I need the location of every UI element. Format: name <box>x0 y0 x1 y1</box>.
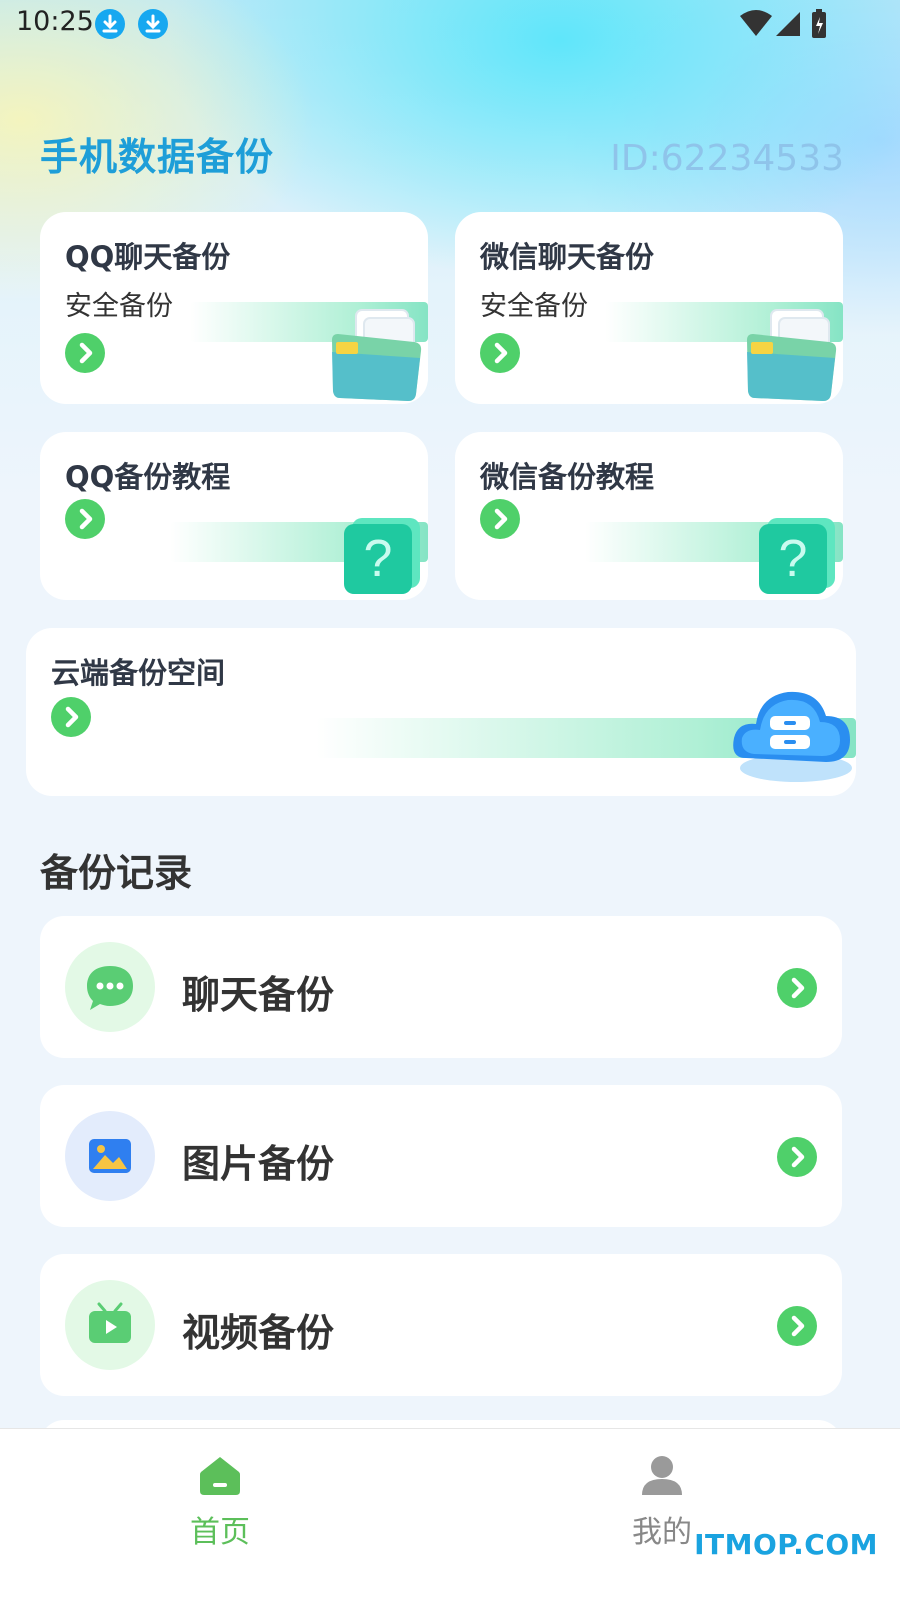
arrow-right-icon[interactable] <box>777 968 817 1008</box>
download-icon <box>95 9 125 39</box>
card-qq-chat-backup[interactable]: QQ聊天备份 安全备份 <box>40 212 428 404</box>
arrow-right-icon[interactable] <box>51 697 91 737</box>
svg-text:?: ? <box>779 530 808 588</box>
arrow-right-icon[interactable] <box>480 499 520 539</box>
card-qq-backup-tutorial[interactable]: QQ备份教程 ? <box>40 432 428 600</box>
record-label: 图片备份 <box>182 1142 335 1186</box>
battery-icon <box>812 9 826 38</box>
signal-icon <box>776 12 800 36</box>
card-title: 微信聊天备份 <box>480 240 655 274</box>
record-item-chat-backup[interactable]: 聊天备份 <box>40 916 842 1058</box>
status-bar: 10:25 <box>0 0 900 48</box>
card-cloud-backup-space[interactable]: 云端备份空间 <box>26 628 856 796</box>
card-title: 微信备份教程 <box>480 460 655 494</box>
user-icon <box>642 1456 682 1495</box>
cloud-storage-icon <box>733 691 852 782</box>
card-wechat-chat-backup[interactable]: 微信聊天备份 安全备份 <box>455 212 843 404</box>
download-icon <box>138 9 168 39</box>
folder-icon <box>747 309 837 401</box>
arrow-right-icon[interactable] <box>480 333 520 373</box>
folder-icon <box>332 309 422 401</box>
card-title: QQ聊天备份 <box>65 240 231 274</box>
bottom-nav: 首页 我的 <box>0 1428 900 1601</box>
card-title: QQ备份教程 <box>65 460 231 494</box>
card-subtitle: 安全备份 <box>480 291 588 322</box>
user-id: ID:62234533 <box>610 138 844 179</box>
record-label: 聊天备份 <box>182 973 335 1017</box>
status-time: 10:25 <box>16 6 94 37</box>
app-title: 手机数据备份 <box>40 135 275 179</box>
question-cube-icon: ? <box>344 518 420 594</box>
svg-text:?: ? <box>364 530 393 588</box>
section-title-backup-records: 备份记录 <box>40 851 193 895</box>
watermark: ITMOP.COM <box>694 1528 878 1561</box>
record-label: 视频备份 <box>182 1311 335 1355</box>
chat-icon <box>65 942 155 1032</box>
tv-icon <box>65 1280 155 1370</box>
card-title: 云端备份空间 <box>51 656 226 690</box>
record-item-video-backup[interactable]: 视频备份 <box>40 1254 842 1396</box>
home-icon <box>200 1457 240 1495</box>
card-subtitle: 安全备份 <box>65 291 173 322</box>
card-wechat-backup-tutorial[interactable]: 微信备份教程 ? <box>455 432 843 600</box>
nav-tab-home[interactable]: 首页 <box>120 1429 320 1569</box>
record-item-image-backup[interactable]: 图片备份 <box>40 1085 842 1227</box>
image-icon <box>65 1111 155 1201</box>
arrow-right-icon[interactable] <box>65 499 105 539</box>
arrow-right-icon[interactable] <box>65 333 105 373</box>
nav-label-home: 首页 <box>190 1515 250 1550</box>
arrow-right-icon[interactable] <box>777 1306 817 1346</box>
arrow-right-icon[interactable] <box>777 1137 817 1177</box>
wifi-icon <box>740 10 772 36</box>
question-cube-icon: ? <box>759 518 835 594</box>
